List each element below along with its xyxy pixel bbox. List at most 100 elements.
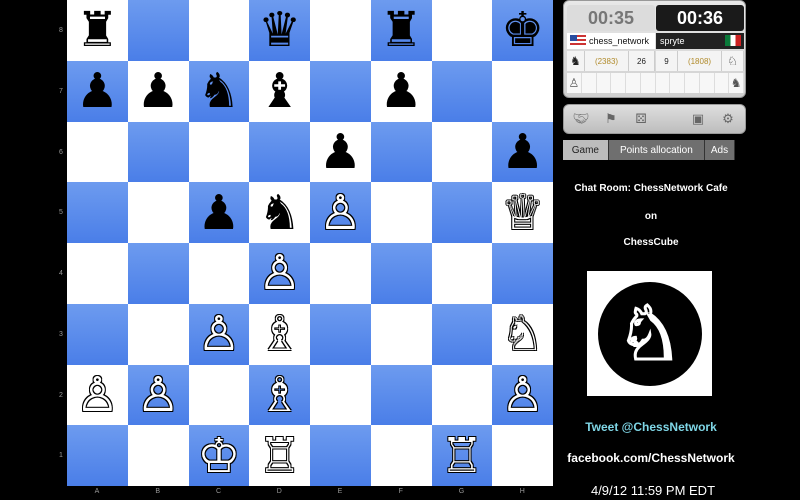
black-pawn-piece[interactable]: ♟	[137, 67, 180, 115]
square-c2[interactable]	[188, 364, 250, 426]
square-e6[interactable]: ♟	[310, 121, 371, 183]
player-right[interactable]: spryte	[656, 33, 744, 49]
square-d5[interactable]: ♞	[249, 182, 310, 243]
square-b6[interactable]	[127, 121, 189, 183]
square-e4[interactable]	[310, 243, 371, 304]
square-e2[interactable]	[310, 364, 371, 426]
square-b1[interactable]	[127, 425, 189, 486]
white-queen-piece[interactable]: ♕	[501, 189, 544, 237]
save-icon[interactable]: ▣	[687, 109, 709, 129]
square-h6[interactable]: ♟	[492, 121, 553, 183]
square-a1[interactable]	[67, 425, 128, 486]
tab-game[interactable]: Game	[563, 140, 609, 160]
black-pawn-piece[interactable]: ♟	[76, 67, 119, 115]
square-h8[interactable]: ♚	[492, 0, 553, 61]
square-g1[interactable]: ♖	[431, 425, 493, 486]
square-d1[interactable]: ♖	[249, 425, 310, 486]
square-a8[interactable]: ♜	[67, 0, 128, 61]
square-b4[interactable]	[127, 243, 189, 304]
square-c6[interactable]	[188, 121, 250, 183]
square-c1[interactable]: ♔	[188, 425, 250, 486]
square-d7[interactable]: ♝	[249, 60, 310, 122]
square-f3[interactable]	[370, 303, 432, 365]
square-d2[interactable]: ♗	[249, 364, 310, 426]
square-f7[interactable]: ♟	[370, 60, 432, 122]
white-pawn-piece[interactable]: ♙	[197, 310, 240, 358]
black-king-piece[interactable]: ♚	[501, 6, 544, 54]
dice-icon[interactable]: ⚄	[630, 109, 652, 129]
square-g6[interactable]	[431, 121, 493, 183]
square-c5[interactable]: ♟	[188, 182, 250, 243]
square-d6[interactable]	[249, 121, 310, 183]
square-a4[interactable]	[67, 243, 128, 304]
white-pawn-piece[interactable]: ♙	[137, 371, 180, 419]
square-f5[interactable]	[370, 182, 432, 243]
black-rook-piece[interactable]: ♜	[76, 6, 119, 54]
square-e1[interactable]	[310, 425, 371, 486]
square-a5[interactable]	[67, 182, 128, 243]
square-f4[interactable]	[370, 243, 432, 304]
white-king-piece[interactable]: ♔	[197, 432, 240, 480]
square-b3[interactable]	[127, 303, 189, 365]
facebook-link[interactable]: facebook.com/ChessNetwork	[560, 451, 742, 465]
square-b5[interactable]	[127, 182, 189, 243]
square-h5[interactable]: ♕	[492, 182, 553, 243]
square-h2[interactable]: ♙	[492, 364, 553, 426]
white-pawn-piece[interactable]: ♙	[258, 249, 301, 297]
square-f2[interactable]	[370, 364, 432, 426]
square-e3[interactable]	[310, 303, 371, 365]
square-a7[interactable]: ♟	[67, 60, 128, 122]
square-e8[interactable]	[310, 0, 371, 61]
white-pawn-piece[interactable]: ♙	[76, 371, 119, 419]
square-h7[interactable]	[492, 60, 553, 122]
square-e5[interactable]: ♙	[310, 182, 371, 243]
square-c7[interactable]: ♞	[188, 60, 250, 122]
tab-points-allocation[interactable]: Points allocation	[608, 140, 705, 160]
square-b7[interactable]: ♟	[127, 60, 189, 122]
square-d4[interactable]: ♙	[249, 243, 310, 304]
white-knight-piece[interactable]: ♘	[501, 310, 544, 358]
flag-icon[interactable]: ⚑	[600, 109, 622, 129]
square-c3[interactable]: ♙	[188, 303, 250, 365]
tab-ads[interactable]: Ads	[705, 140, 735, 160]
black-knight-piece[interactable]: ♞	[258, 189, 301, 237]
square-h3[interactable]: ♘	[492, 303, 553, 365]
black-pawn-piece[interactable]: ♟	[319, 128, 362, 176]
white-rook-piece[interactable]: ♖	[440, 432, 483, 480]
white-bishop-piece[interactable]: ♗	[258, 310, 301, 358]
square-c8[interactable]	[188, 0, 250, 61]
tweet-link[interactable]: Tweet @ChessNetwork	[560, 420, 742, 434]
black-pawn-piece[interactable]: ♟	[380, 67, 423, 115]
square-b8[interactable]	[127, 0, 189, 61]
white-pawn-piece[interactable]: ♙	[501, 371, 544, 419]
black-rook-piece[interactable]: ♜	[380, 6, 423, 54]
white-pawn-piece[interactable]: ♙	[319, 189, 362, 237]
square-b2[interactable]: ♙	[127, 364, 189, 426]
square-g3[interactable]	[431, 303, 493, 365]
square-g5[interactable]	[431, 182, 493, 243]
handshake-icon[interactable]: 🤝︎	[570, 109, 592, 129]
square-a6[interactable]	[67, 121, 128, 183]
square-f1[interactable]	[370, 425, 432, 486]
square-a3[interactable]	[67, 303, 128, 365]
player-left[interactable]: chess_network	[567, 33, 655, 49]
settings-icon[interactable]: ⚙	[717, 109, 739, 129]
black-queen-piece[interactable]: ♛	[258, 6, 301, 54]
square-a2[interactable]: ♙	[67, 364, 128, 426]
square-c4[interactable]	[188, 243, 250, 304]
white-bishop-piece[interactable]: ♗	[258, 371, 301, 419]
square-f8[interactable]: ♜	[370, 0, 432, 61]
white-rook-piece[interactable]: ♖	[258, 432, 301, 480]
square-g8[interactable]	[431, 0, 493, 61]
square-g4[interactable]	[431, 243, 493, 304]
square-h1[interactable]	[492, 425, 553, 486]
square-d3[interactable]: ♗	[249, 303, 310, 365]
square-e7[interactable]	[310, 60, 371, 122]
square-g7[interactable]	[431, 60, 493, 122]
chessboard[interactable]: ♜ ♛ ♜ ♚ ♟ ♟ ♞ ♝ ♟ ♟ ♟ ♟ ♞ ♙ ♕ ♙ ♙ ♗ ♘ ♙ ♙ ♗ ♙ ♔ ♖ ♖	[67, 0, 553, 486]
black-pawn-piece[interactable]: ♟	[197, 189, 240, 237]
black-pawn-piece[interactable]: ♟	[501, 128, 544, 176]
square-h4[interactable]	[492, 243, 553, 304]
black-knight-piece[interactable]: ♞	[197, 67, 240, 115]
square-f6[interactable]	[370, 121, 432, 183]
